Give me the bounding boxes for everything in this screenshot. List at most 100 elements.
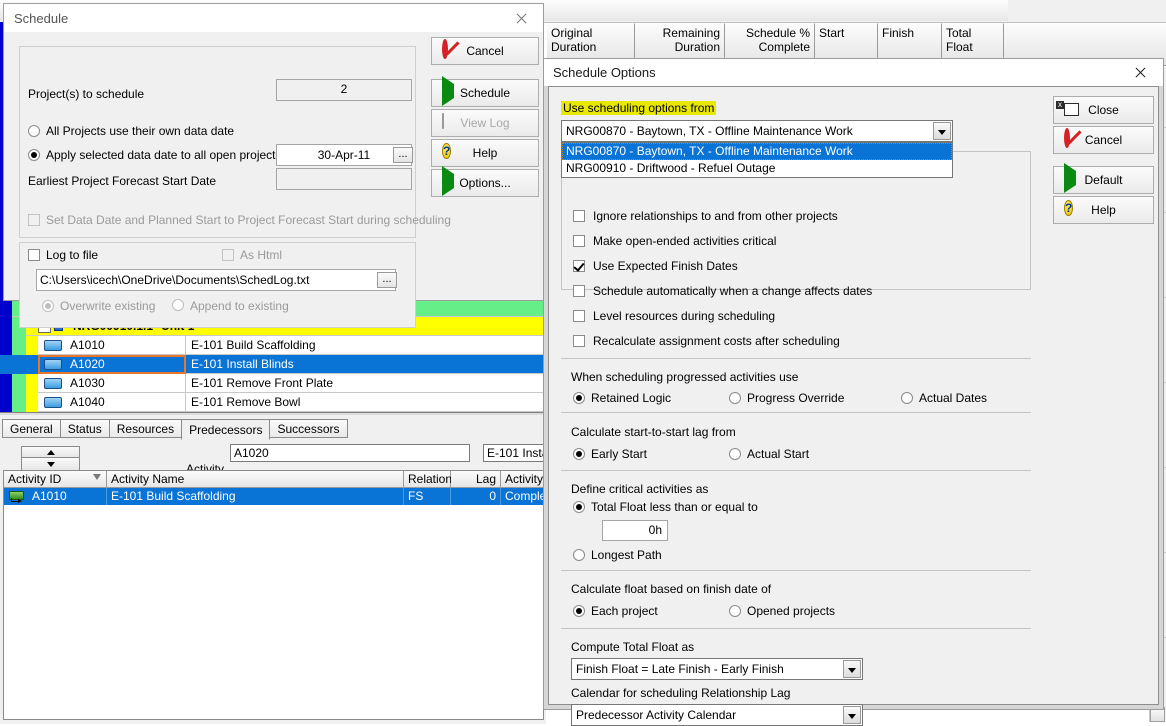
scheduling-options-dropdown-list[interactable]: NRG00870 - Baytown, TX - Offline Mainten… — [561, 142, 953, 178]
projects-to-schedule-value: 2 — [276, 79, 412, 101]
activity-icon — [44, 358, 62, 370]
activity-id-cell[interactable]: A1010 — [38, 335, 186, 355]
help-button[interactable]: ? Help — [1053, 196, 1154, 224]
radio-each-project[interactable] — [573, 605, 585, 617]
row-indent-yellow — [26, 335, 38, 355]
radio-retained-logic[interactable] — [573, 392, 585, 404]
cell-activity-status: Completed — [501, 488, 545, 505]
button-label: Cancel — [1084, 133, 1123, 147]
schedule-dialog: Schedule Project(s) to schedule 2 All Pr… — [3, 3, 544, 328]
activity-id-cell[interactable]: A1040 — [38, 392, 186, 412]
button-label: Close — [1088, 103, 1119, 117]
radio-progress-override[interactable] — [729, 392, 741, 404]
checkbox-schedule-automatically[interactable] — [573, 285, 585, 297]
radio-progress-override-label: Progress Override — [747, 391, 845, 405]
button-label: Default — [1084, 173, 1123, 187]
chevron-down-icon[interactable] — [933, 122, 951, 140]
activity-name-cell[interactable]: E-101 Remove Bowl — [186, 393, 546, 412]
checkbox-use-expected-finish-dates[interactable] — [573, 260, 585, 272]
combo-selected-value: Predecessor Activity Calendar — [576, 708, 737, 722]
dropdown-option[interactable]: NRG00910 - Driftwood - Refuel Outage — [562, 160, 952, 177]
col-lag[interactable]: Lag — [451, 471, 501, 488]
radio-opened-projects[interactable] — [729, 605, 741, 617]
checkbox-schedule-automatically-label: Schedule automatically when a change aff… — [593, 284, 873, 298]
tab-resources[interactable]: Resources — [108, 419, 183, 438]
button-label: Options... — [459, 176, 511, 190]
calendar-relationship-lag-combo[interactable]: Predecessor Activity Calendar — [571, 704, 863, 726]
col-activity-id[interactable]: Activity ID — [4, 471, 107, 488]
activity-name-cell[interactable]: E-101 Install Blinds — [186, 355, 546, 374]
predecessors-table-header: Activity ID Activity Name Relations Lag … — [4, 471, 545, 488]
grid-row-activity[interactable]: A1010 E-101 Build Scaffolding — [0, 335, 546, 355]
compute-total-float-combo[interactable]: Finish Float = Late Finish - Early Finis… — [571, 658, 863, 680]
cancel-button[interactable]: Cancel — [1053, 126, 1154, 154]
column-header-label: Original Duration — [551, 26, 597, 54]
detail-tab-strip[interactable]: General Status Resources Predecessors Su… — [2, 419, 348, 440]
radio-actual-dates[interactable] — [901, 392, 913, 404]
chevron-down-icon[interactable] — [843, 706, 861, 724]
activity-name-input[interactable]: E-101 Install Blinds — [483, 444, 551, 462]
checkbox-level-resources[interactable] — [573, 310, 585, 322]
tab-general[interactable]: General — [2, 419, 61, 438]
total-float-value-input[interactable]: 0h — [602, 520, 668, 541]
tab-status[interactable]: Status — [59, 419, 110, 438]
col-activity-status[interactable]: Activity — [501, 471, 545, 488]
tab-predecessors[interactable]: Predecessors — [181, 419, 271, 440]
close-button[interactable]: x Close — [1053, 96, 1154, 124]
activity-id-cell[interactable]: A1030 — [38, 373, 186, 393]
activity-name-cell[interactable]: E-101 Build Scaffolding — [186, 336, 546, 355]
log-file-browse-button[interactable]: ... — [377, 272, 397, 288]
checkbox-ignore-relationships[interactable] — [573, 210, 585, 222]
grid-row-activity-selected[interactable]: A1020 E-101 Install Blinds — [0, 354, 546, 374]
activity-name-cell[interactable]: E-101 Remove Front Plate — [186, 374, 546, 393]
checkbox-open-ended-critical-label: Make open-ended activities critical — [593, 234, 777, 248]
chevron-down-icon[interactable] — [843, 660, 861, 678]
activity-id-input[interactable]: A1020 — [230, 444, 470, 462]
col-relations[interactable]: Relations — [404, 471, 458, 488]
help-button[interactable]: ? Help — [431, 139, 539, 167]
options-button[interactable]: Options... — [431, 166, 539, 197]
radio-all-projects-own-data-date[interactable] — [28, 125, 40, 137]
checkbox-open-ended-critical[interactable] — [573, 235, 585, 247]
data-date-input[interactable]: 30-Apr-11 — [276, 144, 412, 166]
progressed-activities-label: When scheduling progressed activities us… — [571, 370, 799, 384]
radio-total-float-threshold[interactable] — [573, 501, 585, 513]
activity-id: A1030 — [70, 375, 105, 390]
grid-row-activity[interactable]: A1030 E-101 Remove Front Plate — [0, 373, 546, 393]
checkbox-recalculate-costs[interactable] — [573, 335, 585, 347]
compute-total-float-label: Compute Total Float as — [571, 640, 695, 654]
close-icon[interactable] — [1127, 64, 1153, 82]
radio-longest-path[interactable] — [573, 549, 585, 561]
radio-actual-start[interactable] — [729, 448, 741, 460]
activity-icon — [44, 396, 62, 408]
col-label: Lag — [475, 472, 496, 486]
earliest-forecast-input[interactable] — [276, 168, 412, 190]
tab-successors[interactable]: Successors — [269, 419, 348, 438]
deny-icon — [1064, 128, 1082, 149]
activity-id: A1010 — [70, 337, 105, 352]
scheduling-options-source-combo[interactable]: NRG00870 - Baytown, TX - Offline Mainten… — [561, 120, 953, 142]
column-header-label: Finish — [882, 26, 915, 40]
set-data-date-label: Set Data Date and Planned Start to Proje… — [46, 213, 451, 227]
grid-row-activity[interactable]: A1040 E-101 Remove Bowl — [0, 392, 546, 412]
activity-id-cell-focused[interactable]: A1020 — [38, 354, 186, 374]
close-icon[interactable] — [507, 9, 535, 29]
data-date-browse-button[interactable]: ... — [393, 147, 413, 163]
schedule-button[interactable]: Schedule — [431, 76, 539, 107]
checkbox-recalculate-costs-label: Recalculate assignment costs after sched… — [593, 334, 840, 348]
combo-selected-value: NRG00870 - Baytown, TX - Offline Mainten… — [566, 124, 853, 138]
stepper-up-button[interactable] — [21, 446, 80, 458]
default-button[interactable]: Default — [1053, 163, 1154, 194]
log-file-path-input[interactable]: C:\Users\icech\OneDrive\Documents\SchedL… — [36, 269, 396, 291]
table-row[interactable]: A1010 E-101 Build Scaffolding FS 0 Compl… — [4, 488, 545, 505]
dropdown-option[interactable]: NRG00870 - Baytown, TX - Offline Mainten… — [562, 143, 952, 160]
radio-apply-selected-data-date[interactable] — [28, 149, 40, 161]
predecessors-table[interactable]: Activity ID Activity Name Relations Lag … — [3, 470, 545, 720]
col-activity-name[interactable]: Activity Name — [107, 471, 404, 488]
row-left-bar — [0, 316, 12, 336]
radio-early-start[interactable] — [573, 448, 585, 460]
row-left-bar — [0, 373, 12, 393]
cancel-button[interactable]: Cancel — [431, 37, 539, 65]
checkbox-log-to-file[interactable] — [28, 249, 40, 261]
record-stepper[interactable] — [21, 446, 80, 471]
